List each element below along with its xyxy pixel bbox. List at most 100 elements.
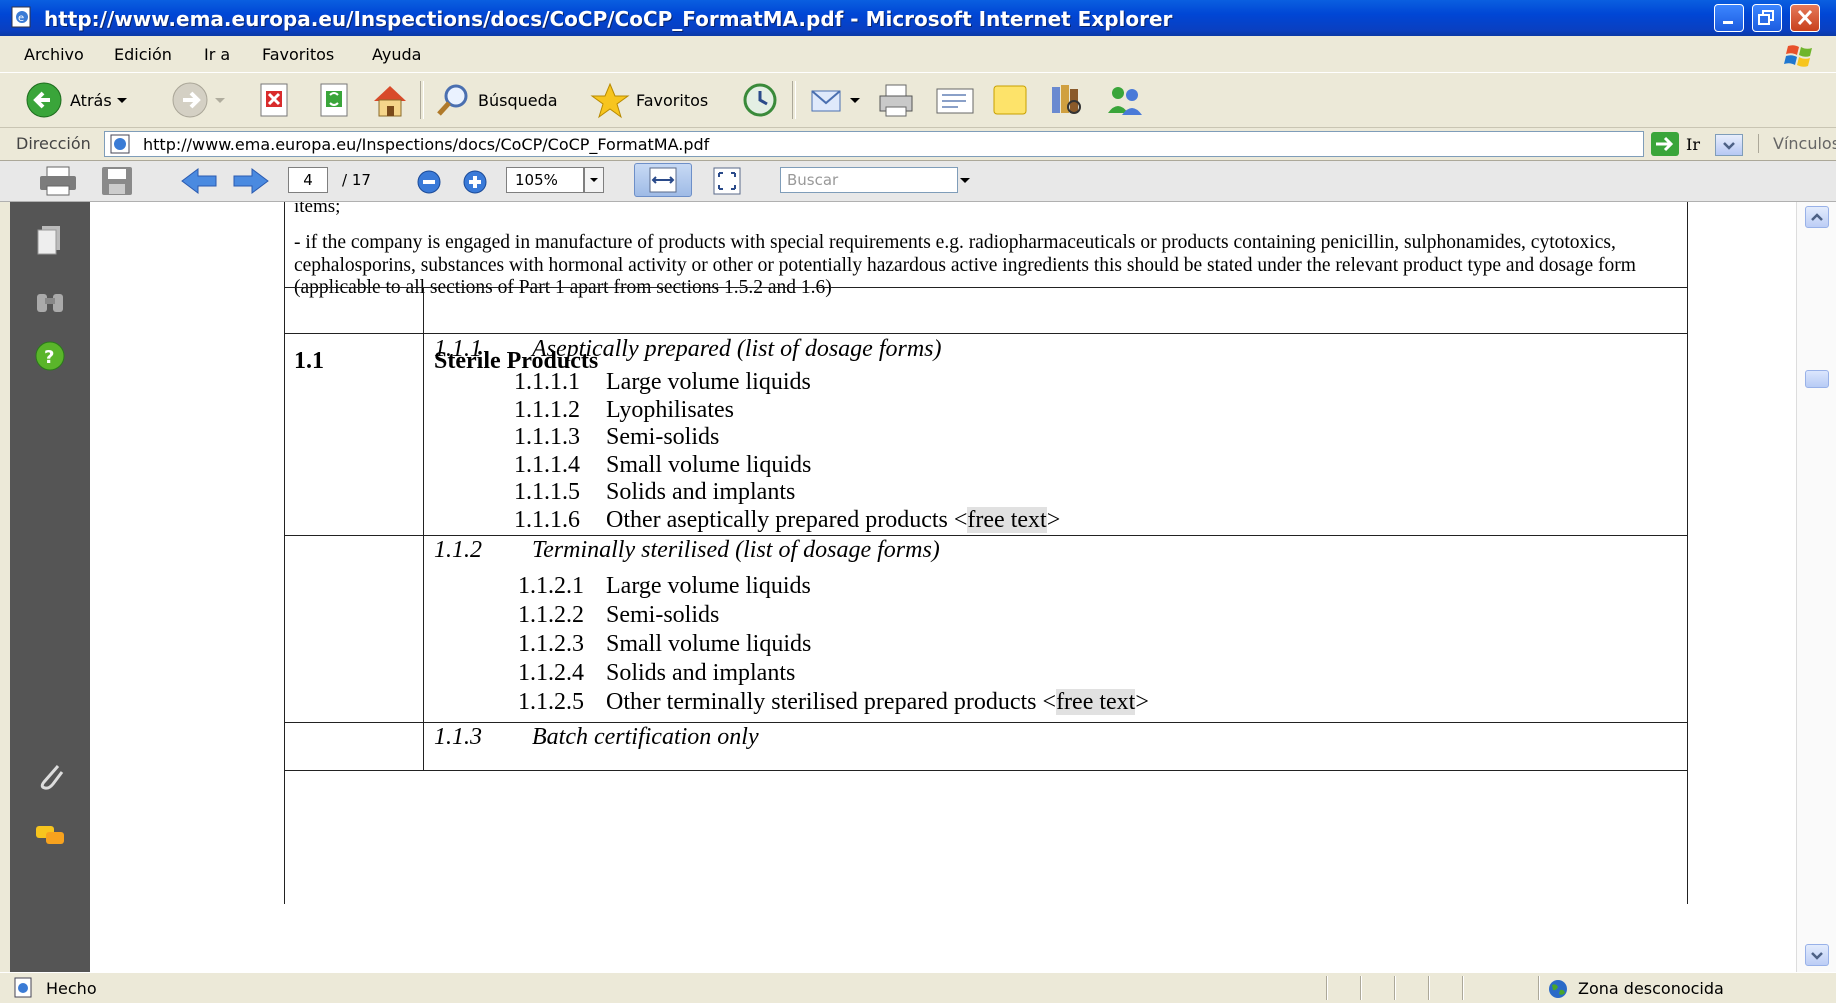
list-item: 1.1.2.4 Solids and implants: [518, 660, 796, 686]
zoom-level-input[interactable]: 105%: [506, 167, 584, 193]
title-bar: e http://www.ema.europa.eu/Inspections/d…: [0, 0, 1836, 36]
status-divider: [1326, 976, 1328, 1000]
stop-icon: [260, 83, 288, 117]
menu-edicion[interactable]: Edición: [114, 45, 172, 64]
mail-button[interactable]: [808, 81, 862, 119]
scroll-down-button[interactable]: [1805, 944, 1829, 966]
previous-page-icon[interactable]: [180, 167, 218, 195]
status-divider: [1462, 976, 1464, 1000]
binoculars-icon[interactable]: [32, 284, 68, 320]
stop-button[interactable]: [256, 81, 294, 119]
mail-dropdown-icon[interactable]: [848, 90, 862, 110]
back-dropdown-icon[interactable]: [112, 90, 132, 110]
menu-ir-a[interactable]: Ir a: [204, 45, 230, 64]
chevron-down-icon: [1723, 142, 1735, 150]
comments-icon[interactable]: [32, 818, 68, 854]
forward-dropdown-icon[interactable]: [210, 90, 230, 110]
list-item: 1.1.1.5 Solids and implants: [514, 479, 796, 505]
vertical-scrollbar[interactable]: [1796, 202, 1836, 972]
print-button[interactable]: [876, 81, 916, 119]
page-number-input[interactable]: 4: [288, 167, 328, 193]
go-button[interactable]: Ir: [1650, 131, 1700, 157]
pages-icon[interactable]: [32, 222, 68, 258]
discuss-button[interactable]: [990, 81, 1030, 119]
ie-page-icon: e: [11, 6, 31, 28]
edit-button[interactable]: [934, 81, 976, 119]
address-input[interactable]: http://www.ema.europa.eu/Inspections/doc…: [104, 131, 1743, 157]
back-arrow-icon: [26, 82, 62, 118]
messenger-button[interactable]: [1104, 81, 1146, 119]
free-text-field[interactable]: free text: [1056, 689, 1136, 715]
back-button[interactable]: Atrás: [24, 81, 132, 119]
close-icon: [1797, 9, 1813, 26]
subsection-heading-1-1-2: 1.1.2 Terminally sterilised (list of dosa…: [434, 537, 940, 563]
svg-text:e: e: [18, 13, 24, 24]
list-item: 1.1.1.6 Other aseptically prepared produc…: [514, 506, 1061, 533]
next-page-icon[interactable]: [232, 167, 270, 195]
security-zone: Zona desconocida: [1578, 979, 1724, 998]
list-item: 1.1.2.2 Semi-solids: [518, 602, 720, 628]
pdf-document-view: items; - if the company is engaged in ma…: [90, 202, 1796, 972]
scroll-thumb[interactable]: [1805, 370, 1829, 388]
restore-button[interactable]: [1752, 4, 1782, 32]
list-item: 1.1.1.1 Large volume liquids: [514, 369, 811, 395]
close-button[interactable]: [1790, 4, 1820, 32]
status-text: Hecho: [46, 979, 97, 998]
address-label: Dirección: [16, 134, 91, 153]
globe-zone-icon: [1549, 980, 1567, 998]
research-books-icon: [1052, 85, 1081, 114]
menu-archivo[interactable]: Archivo: [24, 45, 84, 64]
standard-toolbar: Atrás Búsqueda Favoritos: [0, 73, 1836, 128]
zoom-in-icon[interactable]: [462, 169, 490, 195]
free-text-field[interactable]: free text: [967, 506, 1047, 533]
table-column-divider: [423, 287, 424, 771]
zoom-dropdown-button[interactable]: [584, 167, 604, 193]
scroll-up-button[interactable]: [1805, 206, 1829, 228]
search-dropdown-icon[interactable]: [958, 167, 972, 193]
edit-document-icon: [936, 88, 974, 114]
links-button[interactable]: Vínculos: [1758, 134, 1836, 153]
zoom-out-icon[interactable]: [416, 169, 444, 195]
research-button[interactable]: [1046, 81, 1086, 119]
menu-ayuda[interactable]: Ayuda: [372, 45, 421, 64]
printer-icon: [879, 84, 913, 117]
list-item: 1.1.1.3 Semi-solids: [514, 424, 720, 450]
pdf-navigation-panel: ?: [10, 202, 90, 972]
print-icon[interactable]: [36, 165, 80, 197]
note-icon: [993, 85, 1027, 115]
back-label: Atrás: [70, 90, 112, 110]
minimize-icon: [1723, 21, 1733, 24]
windows-logo-icon: [1784, 45, 1812, 67]
intro-line: items;: [294, 202, 341, 217]
address-dropdown-button[interactable]: [1715, 134, 1743, 156]
go-label: Ir: [1686, 134, 1700, 154]
refresh-button[interactable]: [316, 81, 354, 119]
forward-button[interactable]: [170, 81, 230, 119]
help-icon[interactable]: ?: [32, 338, 68, 374]
table-border: [284, 333, 1688, 334]
table-border: [284, 722, 1688, 723]
fit-width-button[interactable]: [634, 163, 692, 197]
save-icon[interactable]: [98, 165, 138, 197]
menu-favoritos[interactable]: Favoritos: [262, 45, 334, 64]
list-item: 1.1.1.4 Small volume liquids: [514, 451, 812, 478]
attachment-paperclip-icon[interactable]: [32, 758, 68, 794]
minimize-button[interactable]: [1714, 4, 1744, 32]
favorites-star-icon: [590, 82, 630, 119]
fit-page-icon[interactable]: [710, 165, 744, 197]
svg-text:?: ?: [44, 347, 54, 368]
history-button[interactable]: [740, 81, 780, 119]
search-button[interactable]: Búsqueda: [434, 81, 558, 119]
pdf-search-input[interactable]: Buscar: [780, 167, 958, 193]
favorites-label: Favoritos: [636, 90, 709, 110]
fit-width-icon: [649, 167, 677, 193]
refresh-icon: [320, 83, 348, 117]
favorites-button[interactable]: Favoritos: [590, 81, 708, 119]
mail-icon: [811, 90, 841, 112]
home-button[interactable]: [370, 81, 410, 119]
section-number: 1.1: [294, 348, 324, 374]
window-title: http://www.ema.europa.eu/Inspections/doc…: [44, 7, 1173, 31]
address-url: http://www.ema.europa.eu/Inspections/doc…: [143, 135, 710, 154]
restore-icon: [1758, 10, 1774, 25]
subsection-heading-1-1-1: 1.1.1 Aseptically prepared (list of dosag…: [434, 336, 942, 362]
